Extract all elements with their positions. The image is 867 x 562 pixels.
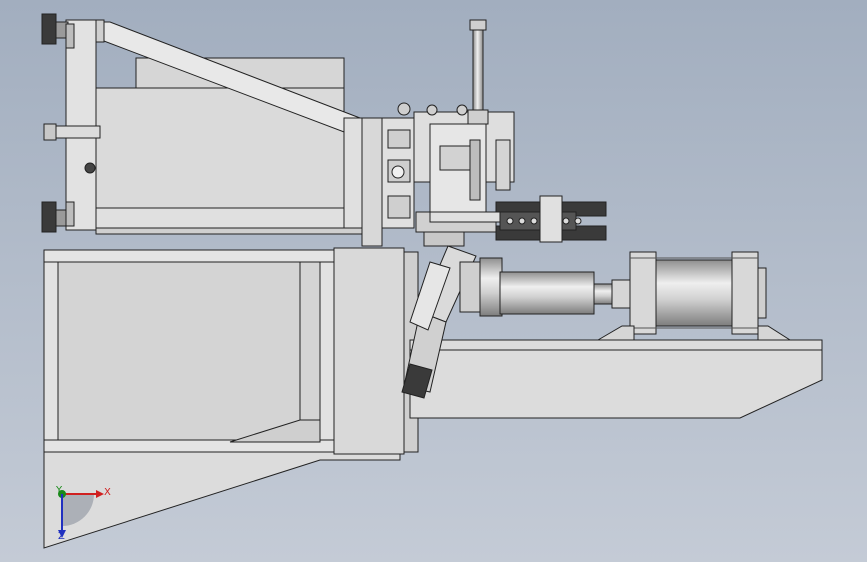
machine-assembly-drawing[interactable]: [0, 0, 867, 562]
y-axis-label: Y: [56, 485, 63, 496]
x-axis-label: X: [104, 487, 111, 498]
vertical-rod: [467, 19, 489, 125]
lower-frame: [43, 247, 419, 455]
pneumatic-cylinder: [459, 251, 792, 341]
right-base-plate: [409, 339, 823, 419]
z-axis-label: Z: [58, 531, 65, 542]
gripper-head: [381, 102, 515, 247]
cad-viewport[interactable]: X Y Z: [0, 0, 867, 562]
upper-frame: [65, 19, 383, 247]
